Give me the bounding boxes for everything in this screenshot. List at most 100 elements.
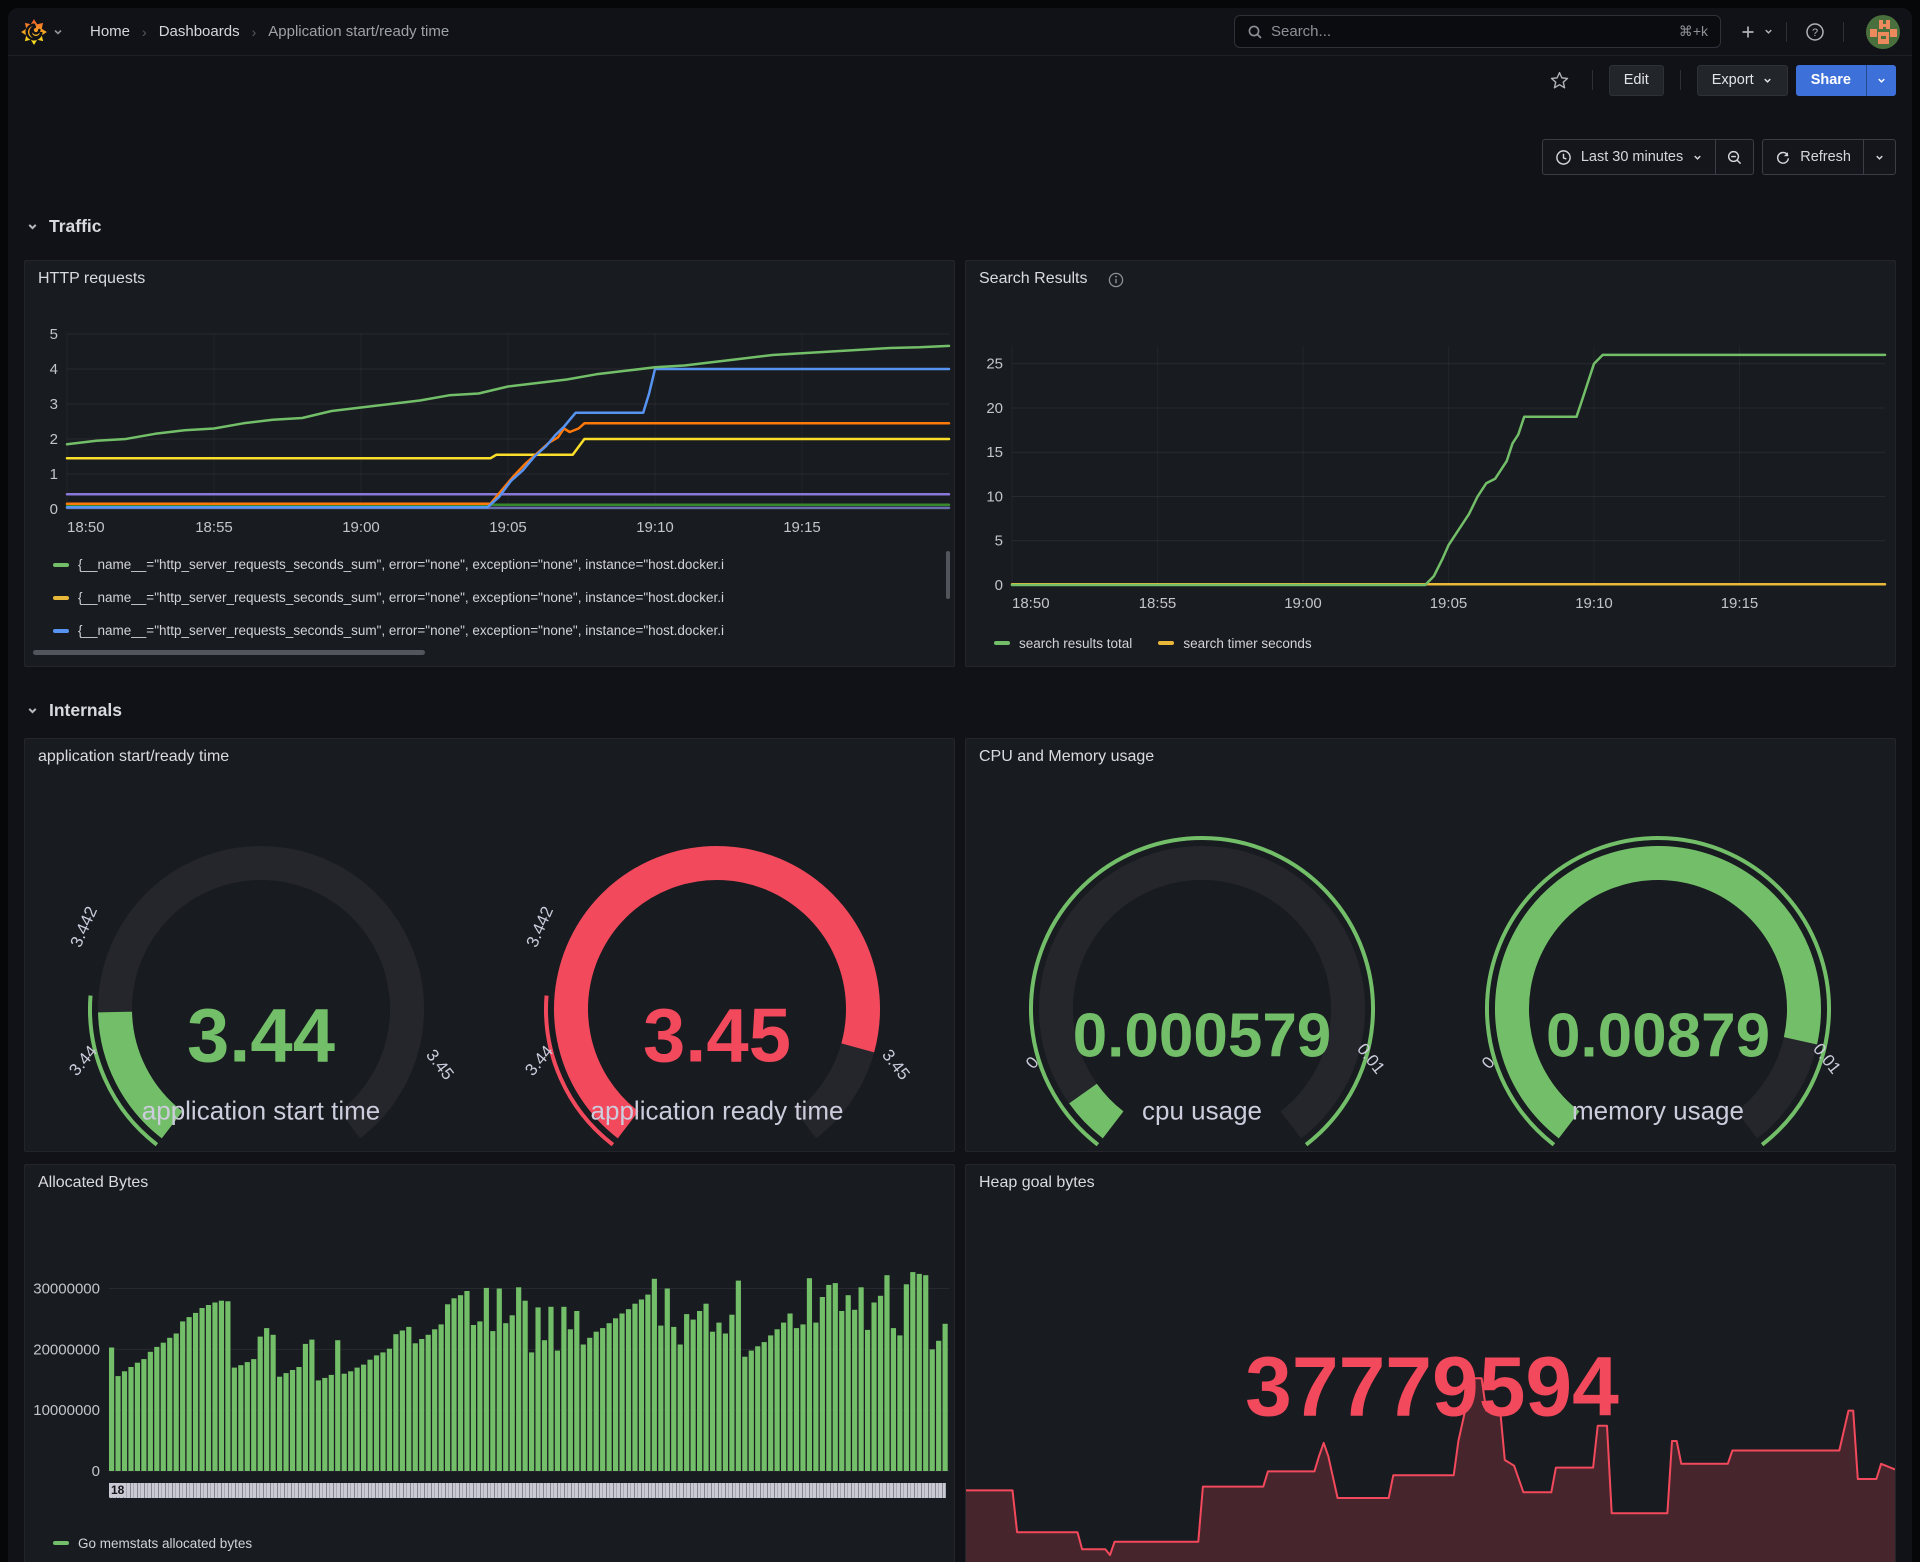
- panel-title[interactable]: Heap goal bytes: [979, 1174, 1095, 1192]
- series-color-dash[interactable]: [53, 563, 69, 567]
- svg-text:18:50: 18:50: [1012, 595, 1050, 612]
- panel-title[interactable]: HTTP requests: [38, 270, 145, 288]
- time-range-picker[interactable]: Last 30 minutes: [1543, 140, 1715, 174]
- svg-text:0: 0: [50, 501, 58, 518]
- search-input[interactable]: Search... ⌘+k: [1234, 15, 1721, 48]
- panel-cpu-memory: CPU and Memory usage 0.000579 0.00879 cp…: [965, 738, 1896, 1152]
- section-traffic[interactable]: Traffic: [26, 216, 102, 237]
- svg-text:20: 20: [986, 400, 1003, 417]
- new-button[interactable]: [1739, 23, 1774, 41]
- app-frame: Home › Dashboards › Application start/re…: [8, 8, 1912, 1562]
- svg-text:10000000: 10000000: [33, 1402, 100, 1419]
- svg-text:1: 1: [50, 466, 58, 483]
- svg-text:19:15: 19:15: [1721, 595, 1759, 612]
- dashboard-toolbar: Edit Export Share: [8, 56, 1912, 104]
- series-label[interactable]: Go memstats allocated bytes: [78, 1536, 252, 1551]
- org-switcher-chevron-icon[interactable]: [52, 26, 64, 38]
- time-controls: Last 30 minutes Refresh: [1542, 139, 1896, 175]
- breadcrumb-current: Application start/ready time: [268, 23, 449, 40]
- edit-button[interactable]: Edit: [1609, 65, 1664, 96]
- panel-title[interactable]: Allocated Bytes: [38, 1174, 148, 1192]
- series-color-dash[interactable]: [994, 641, 1010, 645]
- plus-icon: [1739, 23, 1757, 41]
- svg-text:2: 2: [50, 431, 58, 448]
- time-range-label: Last 30 minutes: [1581, 149, 1683, 165]
- svg-text:18:55: 18:55: [1139, 595, 1177, 612]
- search-results-chart: 051015202518:5018:5519:0019:0519:1019:15: [966, 261, 1896, 621]
- help-icon: ?: [1805, 22, 1825, 42]
- time-picker-group: Last 30 minutes: [1542, 139, 1754, 175]
- divider: [1843, 22, 1844, 42]
- legend-horizontal-scrollbar[interactable]: [33, 650, 425, 655]
- help-button[interactable]: ?: [1799, 16, 1831, 48]
- section-internals[interactable]: Internals: [26, 700, 122, 721]
- share-menu-button[interactable]: [1866, 65, 1896, 96]
- app-gauges: [25, 739, 955, 1152]
- star-button[interactable]: [1544, 64, 1576, 96]
- legend-item: {__name__="http_server_requests_seconds_…: [53, 614, 940, 647]
- legend-item: {__name__="http_server_requests_seconds_…: [53, 548, 940, 581]
- share-button[interactable]: Share: [1796, 65, 1866, 96]
- gauge-title: cpu usage: [1142, 1096, 1262, 1127]
- chevron-down-icon: [1876, 75, 1887, 86]
- panel-title[interactable]: CPU and Memory usage: [979, 748, 1154, 766]
- svg-text:10: 10: [986, 488, 1003, 505]
- panel-title[interactable]: Search Results: [979, 270, 1088, 288]
- svg-text:18:55: 18:55: [195, 519, 233, 536]
- svg-text:19:05: 19:05: [1430, 595, 1468, 612]
- gauge-value-cpu: 0.000579: [1073, 1001, 1332, 1072]
- series-color-dash[interactable]: [53, 629, 69, 633]
- panel-info-icon[interactable]: [1108, 272, 1124, 293]
- section-title: Traffic: [49, 216, 102, 237]
- series-color-dash[interactable]: [1158, 641, 1174, 645]
- panel-search-results: Search Results 051015202518:5018:5519:00…: [965, 260, 1896, 667]
- series-label[interactable]: {__name__="http_server_requests_seconds_…: [78, 557, 724, 572]
- gauge-title: application ready time: [591, 1096, 844, 1127]
- svg-text:0: 0: [92, 1463, 100, 1480]
- chevron-down-icon: [26, 220, 39, 233]
- star-icon: [1549, 70, 1570, 91]
- search-legend: search results total search timer second…: [994, 633, 1312, 653]
- allocated-bytes-chart: 0100000002000000030000000: [25, 1165, 955, 1562]
- svg-text:5: 5: [50, 326, 58, 343]
- series-label[interactable]: {__name__="http_server_requests_seconds_…: [78, 590, 724, 605]
- panel-title[interactable]: application start/ready time: [38, 748, 229, 766]
- clock-icon: [1555, 149, 1572, 166]
- breadcrumb-home[interactable]: Home: [90, 23, 130, 40]
- legend-item: {__name__="http_server_requests_seconds_…: [53, 581, 940, 614]
- section-title: Internals: [49, 700, 122, 721]
- series-label[interactable]: search timer seconds: [1183, 636, 1311, 651]
- chevron-down-icon: [1874, 152, 1885, 163]
- refresh-interval-button[interactable]: [1864, 140, 1895, 174]
- breadcrumb-dashboards[interactable]: Dashboards: [159, 23, 240, 40]
- grafana-logo[interactable]: [20, 18, 48, 46]
- zoom-out-button[interactable]: [1716, 140, 1753, 174]
- series-label[interactable]: {__name__="http_server_requests_seconds_…: [78, 623, 724, 638]
- legend-vertical-scrollbar[interactable]: [946, 551, 950, 599]
- series-color-dash[interactable]: [53, 596, 69, 600]
- svg-text:19:15: 19:15: [783, 519, 821, 536]
- divider: [1592, 70, 1593, 90]
- svg-text:15: 15: [986, 444, 1003, 461]
- row-internals-gauges: application start/ready time 3.44 3.45 a…: [24, 738, 1896, 1152]
- svg-text:?: ?: [1812, 27, 1818, 39]
- legend-item: search timer seconds: [1158, 633, 1311, 653]
- refresh-icon: [1775, 149, 1791, 165]
- series-label[interactable]: search results total: [1019, 636, 1132, 651]
- export-button[interactable]: Export: [1697, 65, 1788, 96]
- row-traffic: HTTP requests 01234518:5018:5519:0019:05…: [24, 260, 1896, 667]
- series-color-dash[interactable]: [53, 1541, 69, 1545]
- gauge-value-app-ready: 3.45: [643, 993, 791, 1080]
- chevron-down-icon: [26, 704, 39, 717]
- breadcrumb: Home › Dashboards › Application start/re…: [90, 23, 449, 40]
- svg-text:20000000: 20000000: [33, 1341, 100, 1358]
- user-avatar[interactable]: [1866, 15, 1900, 49]
- share-button-group: Share: [1796, 65, 1896, 96]
- refresh-button[interactable]: Refresh: [1763, 140, 1863, 174]
- svg-text:19:05: 19:05: [489, 519, 527, 536]
- http-legend: {__name__="http_server_requests_seconds_…: [53, 548, 940, 647]
- breadcrumb-separator: ›: [252, 24, 257, 40]
- panel-allocated-bytes: Allocated Bytes 010000000200000003000000…: [24, 1164, 955, 1562]
- alloc-legend: Go memstats allocated bytes: [53, 1533, 252, 1553]
- zoom-out-icon: [1726, 149, 1743, 166]
